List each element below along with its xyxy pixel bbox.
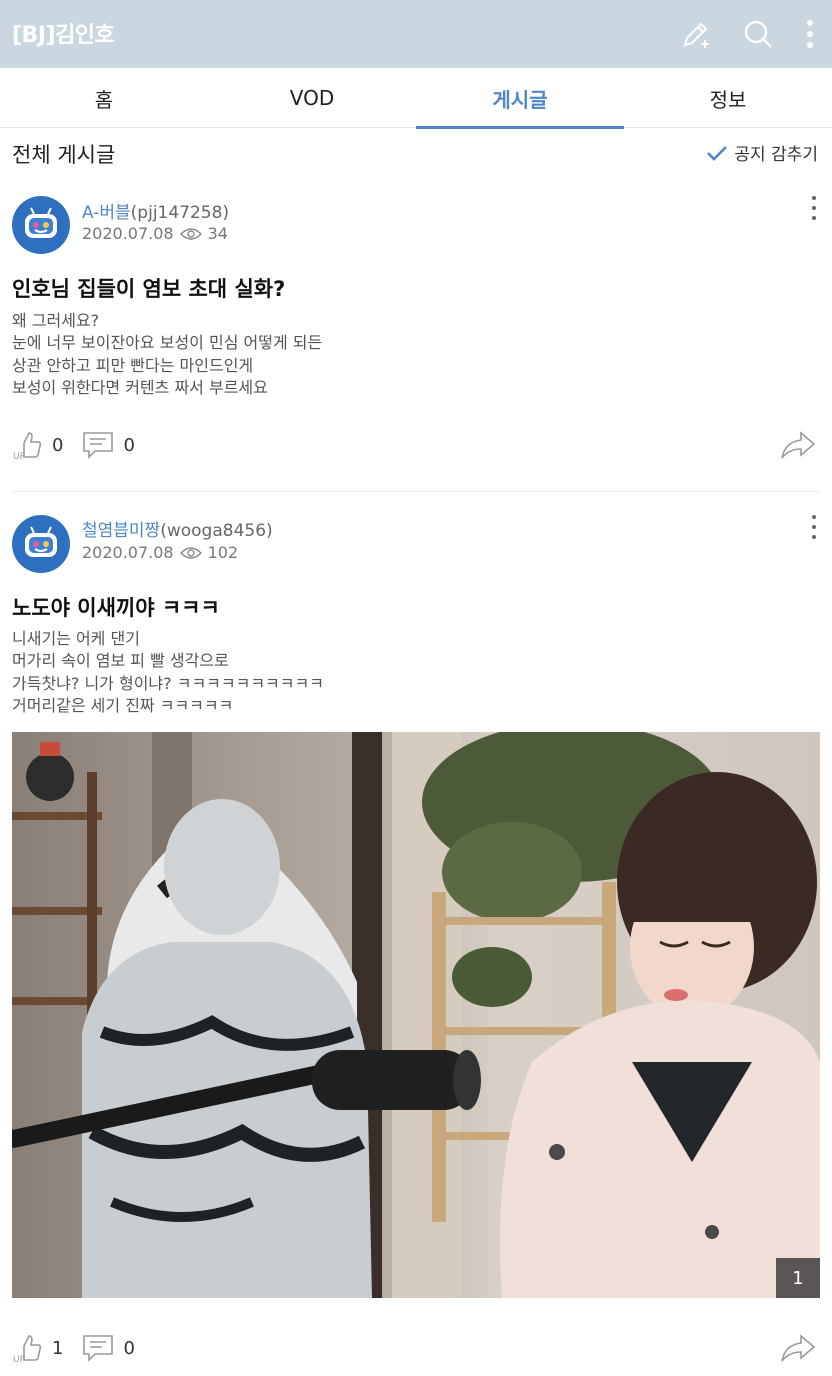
author-nickname: A-버블 bbox=[82, 203, 131, 223]
post-body-line: 가득찻냐? 니가 형이냐? ㅋㅋㅋㅋㅋㅋㅋㅋㅋㅋ bbox=[12, 673, 324, 693]
post-body-line: 거머리같은 세기 진짜 ㅋㅋㅋㅋㅋ bbox=[12, 696, 234, 716]
post-body-line: 상관 안하고 피만 빤다는 마인드인게 bbox=[12, 355, 254, 375]
up-button[interactable]: UP 0 bbox=[12, 429, 63, 461]
post-body-line: 보성이 위한다면 커텐츠 짜서 부르세요 bbox=[12, 378, 268, 398]
view-count: 102 bbox=[207, 543, 239, 562]
pencil-plus-icon[interactable] bbox=[676, 14, 716, 54]
post-date: 2020.07.08 bbox=[82, 224, 174, 243]
post-divider bbox=[12, 491, 820, 492]
up-count: 1 bbox=[52, 1337, 64, 1359]
more-vertical-icon[interactable] bbox=[790, 14, 830, 54]
post-more-icon[interactable] bbox=[808, 196, 820, 220]
post-body-line: 머가리 속이 염보 피 빨 생각으로 bbox=[12, 651, 229, 671]
tab-info[interactable]: 정보 bbox=[624, 68, 832, 128]
stream-photo bbox=[12, 732, 820, 1298]
author-nickname: 철염븝미짱 bbox=[82, 521, 161, 541]
thumbs-up-icon: UP bbox=[13, 432, 42, 461]
post-actions: UP 0 0 bbox=[12, 428, 153, 462]
author-name[interactable]: A-버블(pjj147258) bbox=[82, 198, 229, 223]
image-count-badge: 1 bbox=[776, 1258, 820, 1298]
app-bar: [BJ]김인호 bbox=[0, 0, 832, 68]
avatar[interactable] bbox=[12, 196, 70, 254]
post-actions: UP 1 0 bbox=[12, 1331, 153, 1365]
channel-title: [BJ]김인호 bbox=[12, 23, 115, 48]
up-count: 0 bbox=[52, 434, 64, 456]
search-icon[interactable] bbox=[738, 14, 778, 54]
tv-mascot-icon bbox=[25, 207, 57, 238]
post-image[interactable]: 1 bbox=[12, 732, 820, 1298]
tab-home[interactable]: 홈 bbox=[0, 68, 208, 128]
tv-mascot-icon bbox=[25, 526, 57, 557]
author-id: (pjj147258) bbox=[130, 203, 230, 223]
post-body-line: 왜 그러세요? bbox=[12, 311, 100, 330]
channel-tabs: 홈 VOD 게시글 정보 bbox=[0, 68, 832, 129]
comment-count: 0 bbox=[123, 434, 135, 456]
post-meta: 2020.07.08 34 bbox=[82, 224, 228, 243]
svg-text:UP: UP bbox=[13, 1355, 26, 1364]
avatar[interactable] bbox=[12, 515, 70, 573]
eye-icon bbox=[179, 227, 202, 240]
post-title[interactable]: 노도야 이새끼야 ㅋㅋㅋ bbox=[12, 592, 220, 622]
hide-notice-toggle[interactable]: 공지 감추기 bbox=[706, 140, 818, 165]
check-icon bbox=[707, 145, 728, 161]
tab-posts[interactable]: 게시글 bbox=[416, 68, 624, 129]
comment-icon bbox=[83, 1335, 114, 1362]
eye-icon bbox=[179, 546, 202, 559]
post-date: 2020.07.08 bbox=[82, 543, 174, 562]
post-body-line: 니새기는 어케 댄기 bbox=[12, 629, 140, 648]
svg-text:UP: UP bbox=[13, 452, 26, 461]
hide-notice-label: 공지 감추기 bbox=[734, 145, 818, 165]
comment-icon bbox=[83, 432, 114, 459]
comment-button[interactable]: 0 bbox=[81, 1332, 135, 1364]
post-title[interactable]: 인호님 집들이 염보 초대 실화? bbox=[12, 273, 285, 303]
post-more-icon[interactable] bbox=[808, 515, 820, 539]
tab-vod[interactable]: VOD bbox=[208, 68, 416, 128]
up-button[interactable]: UP 1 bbox=[12, 1332, 63, 1364]
comment-button[interactable]: 0 bbox=[81, 429, 135, 461]
post-body[interactable]: 니새기는 어케 댄기 머가리 속이 염보 피 빨 생각으로 가득찻냐? 니가 형… bbox=[12, 628, 324, 718]
share-icon[interactable] bbox=[780, 1333, 816, 1363]
share-icon[interactable] bbox=[780, 430, 816, 460]
author-id: (wooga8456) bbox=[160, 521, 273, 541]
comment-count: 0 bbox=[123, 1337, 135, 1359]
post-meta: 2020.07.08 102 bbox=[82, 543, 238, 562]
view-count: 34 bbox=[207, 224, 228, 243]
post-body-line: 눈에 너무 보이잔아요 보성이 민심 어떻게 되든 bbox=[12, 333, 323, 353]
section-title: 전체 게시글 bbox=[12, 143, 116, 167]
post-body[interactable]: 왜 그러세요? 눈에 너무 보이잔아요 보성이 민심 어떻게 되든 상관 안하고… bbox=[12, 310, 322, 400]
thumbs-up-icon: UP bbox=[13, 1335, 42, 1364]
author-name[interactable]: 철염븝미짱(wooga8456) bbox=[82, 516, 273, 541]
